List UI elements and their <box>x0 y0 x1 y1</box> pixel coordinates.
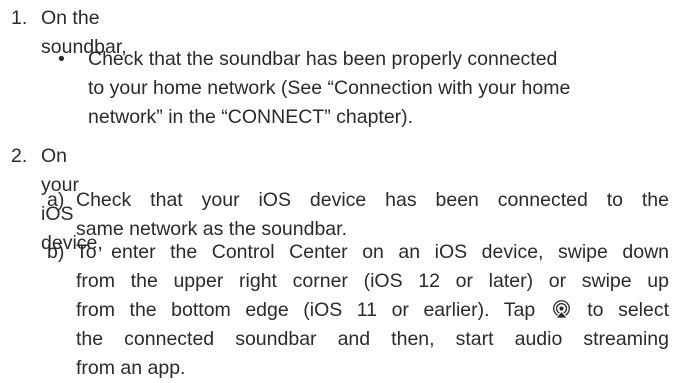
sub-b-line-3: from the bottom edge (iOS 11 or earlier)… <box>76 296 669 325</box>
sub-a-line-1: Check that your iOS device has been conn… <box>76 189 669 211</box>
bullet-line-1: Check that the soundbar has been properl… <box>88 48 558 70</box>
sub-b-line-3-after: to select <box>587 299 670 321</box>
airplay-audio-icon <box>552 300 570 319</box>
sub-b-line-2: from the upper right corner (iOS 12 or l… <box>76 270 669 292</box>
bullet-line-2: to your home network (See “Connection wi… <box>88 77 571 99</box>
bullet-symbol: • <box>58 48 65 70</box>
sub-b-line-4: the connected soundbar and then, start a… <box>76 328 669 350</box>
sub-b-line-5: from an app. <box>76 357 186 379</box>
sub-b-line-1: To enter the Control Center on an iOS de… <box>76 241 669 263</box>
step-2-number: 2. <box>11 145 28 167</box>
sub-a-marker: a) <box>47 189 65 211</box>
step-1-bullet-text: Check that the soundbar has been properl… <box>88 45 643 132</box>
sub-a-text: Check that your iOS device has been conn… <box>76 186 669 244</box>
bullet-line-3: network” in the “CONNECT” chapter). <box>88 106 414 128</box>
step-1-number: 1. <box>11 7 28 29</box>
sub-b-line-3-before: from the bottom edge (iOS 11 or earlier)… <box>76 299 536 321</box>
sub-b-text: To enter the Control Center on an iOS de… <box>76 238 669 383</box>
sub-b-marker: b) <box>47 241 65 263</box>
